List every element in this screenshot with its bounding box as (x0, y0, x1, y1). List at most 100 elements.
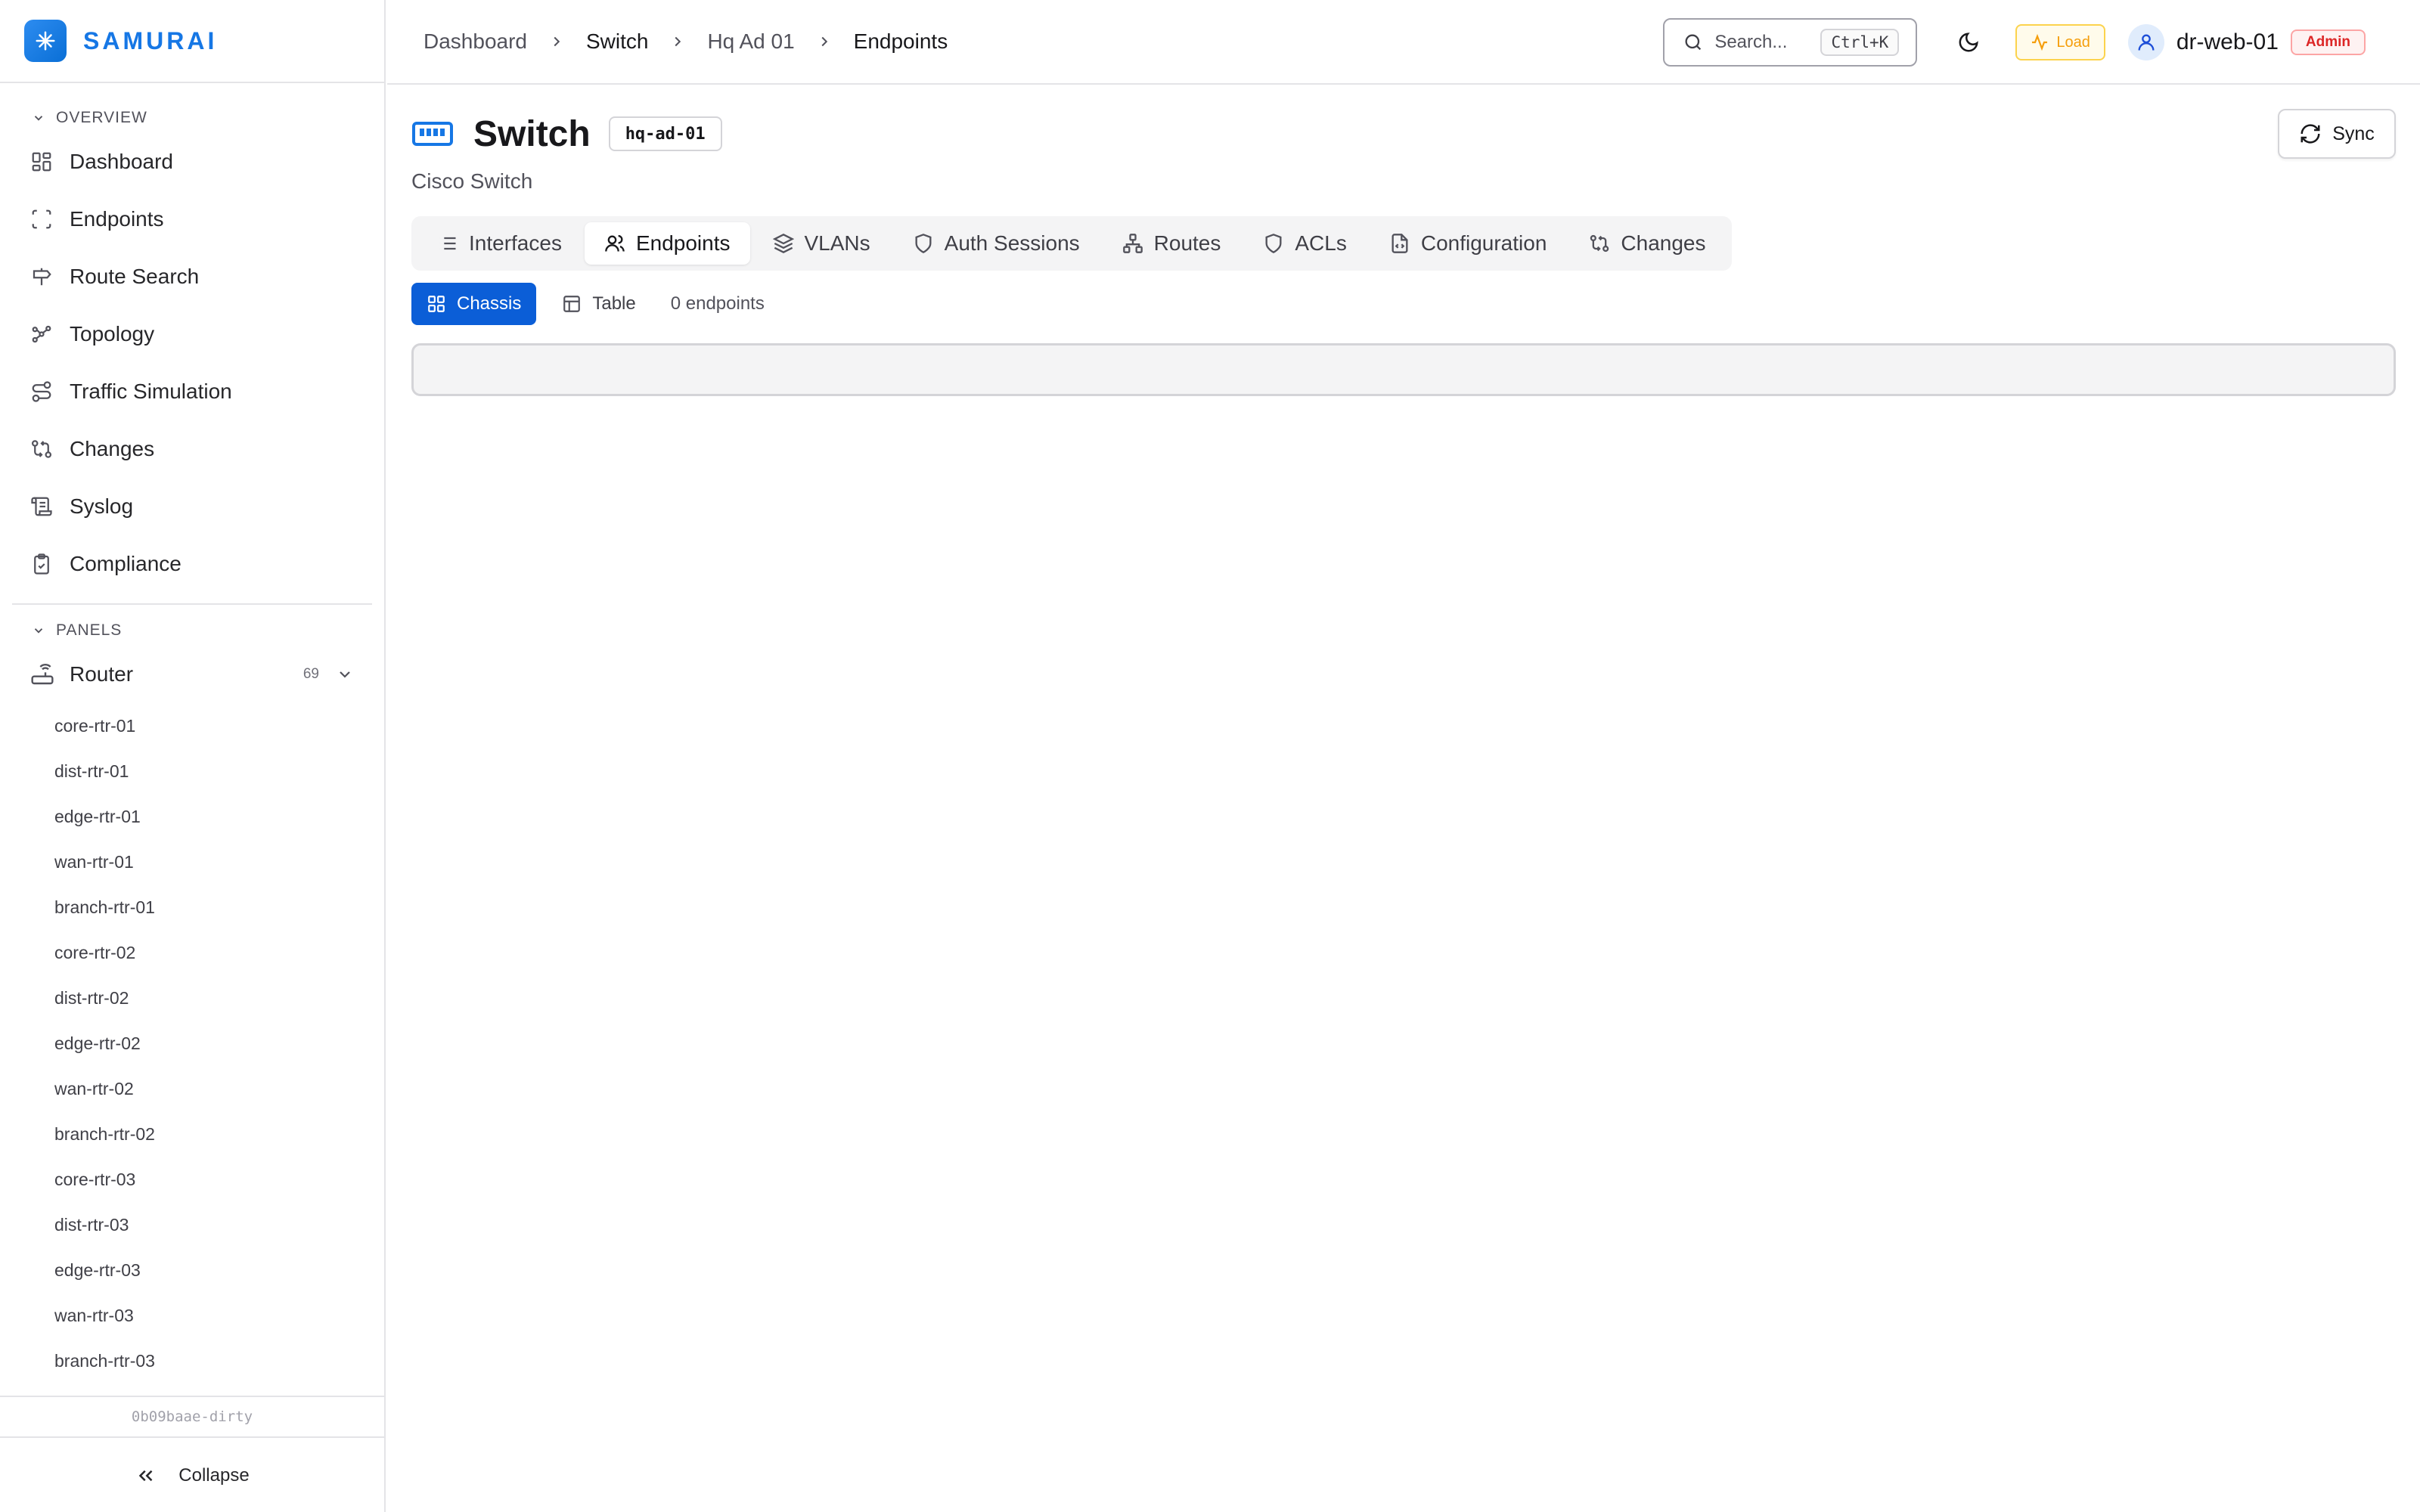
sidebar-router-item[interactable]: edge-rtr-03 (0, 1247, 384, 1293)
view-chassis-label: Chassis (457, 293, 522, 314)
sidebar-item-compliance[interactable]: Compliance (0, 535, 384, 593)
search-input[interactable]: Search... Ctrl+K (1663, 18, 1918, 67)
sidebar-router-item[interactable]: wan-rtr-02 (0, 1066, 384, 1111)
network-icon (1122, 234, 1143, 253)
role-badge: Admin (2290, 29, 2366, 55)
sidebar-router-item[interactable]: dist-rtr-02 (0, 975, 384, 1021)
sidebar-router-item[interactable]: core-rtr-03 (0, 1157, 384, 1202)
route-icon (32, 381, 51, 402)
sidebar-router-item[interactable]: branch-rtr-02 (0, 1111, 384, 1157)
view-table-button[interactable]: Table (547, 283, 650, 325)
sidebar-router-item[interactable]: branch-rtr-01 (0, 885, 384, 930)
scan-icon (32, 209, 51, 229)
tab-label: VLANs (804, 231, 870, 255)
user-menu[interactable]: dr-web-01 Admin (2127, 24, 2366, 60)
clipboard-check-icon (34, 553, 49, 575)
sidebar-item-label: Compliance (70, 552, 182, 575)
theme-toggle-button[interactable] (1946, 20, 1991, 65)
brand-name: SAMURAI (83, 26, 218, 54)
sidebar-item-label: Route Search (70, 265, 200, 288)
activity-icon (2032, 33, 2048, 51)
panel-group-label: Router (70, 662, 134, 686)
sidebar-item-traffic-simulation[interactable]: Traffic Simulation (0, 363, 384, 420)
sidebar-router-item[interactable]: edge-rtr-01 (0, 794, 384, 839)
section-overview-label: OVERVIEW (56, 109, 147, 126)
tab-auth-sessions[interactable]: Auth Sessions (893, 222, 1100, 265)
sidebar-router-item[interactable]: wan-rtr-01 (0, 839, 384, 885)
sidebar-item-dashboard[interactable]: Dashboard (0, 133, 384, 191)
tab-label: Endpoints (635, 231, 731, 255)
load-badge[interactable]: Load (2015, 24, 2105, 60)
chevron-right-icon (816, 33, 833, 50)
sidebar-item-topology[interactable]: Topology (0, 305, 384, 363)
signpost-icon (33, 268, 51, 286)
breadcrumb-dashboard[interactable]: Dashboard (424, 29, 527, 54)
search-placeholder: Search... (1714, 32, 1788, 52)
page-header: Switch hq-ad-01 (411, 110, 2396, 157)
brand[interactable]: SAMURAI (0, 0, 384, 83)
tab-label: Routes (1153, 231, 1221, 255)
view-table-label: Table (592, 293, 636, 314)
sidebar-router-item[interactable]: wan-rtr-03 (0, 1293, 384, 1338)
sidebar-item-changes[interactable]: Changes (0, 420, 384, 478)
tab-changes[interactable]: Changes (1569, 222, 1725, 265)
sidebar-router-item[interactable]: dist-rtr-03 (0, 1202, 384, 1247)
sync-button[interactable]: Sync (2278, 109, 2396, 159)
sidebar-item-route-search[interactable]: Route Search (0, 248, 384, 305)
user-icon (2138, 34, 2155, 51)
tab-label: ACLs (1295, 231, 1347, 255)
chevron-down-icon (34, 116, 43, 121)
tab-label: Changes (1621, 231, 1706, 255)
view-toggle: Chassis Table 0 endpoints (411, 283, 2396, 325)
main-content: Switch hq-ad-01 Sync Cisco Switch Interf… (411, 85, 2396, 396)
collapse-sidebar-button[interactable]: Collapse (0, 1439, 384, 1512)
view-chassis-button[interactable]: Chassis (411, 283, 537, 325)
tab-endpoints[interactable]: Endpoints (584, 222, 750, 265)
search-shortcut: Ctrl+K (1820, 29, 1900, 56)
endpoint-count: 0 endpoints (670, 293, 765, 314)
sidebar-router-item[interactable]: dist-rtr-01 (0, 748, 384, 794)
tab-configuration[interactable]: Configuration (1370, 222, 1567, 265)
sidebar-router-item[interactable]: branch-rtr-03 (0, 1338, 384, 1383)
chevron-right-icon (669, 33, 686, 50)
search-icon (1685, 34, 1702, 51)
tab-interfaces[interactable]: Interfaces (417, 222, 582, 265)
router-list: core-rtr-01 dist-rtr-01 edge-rtr-01 wan-… (0, 703, 384, 1383)
username: dr-web-01 (2176, 29, 2279, 54)
tab-routes[interactable]: Routes (1103, 222, 1241, 265)
panel-group-router[interactable]: Router 69 (0, 646, 384, 703)
sidebar-item-label: Topology (70, 322, 155, 345)
page-title: Switch (473, 113, 591, 154)
sidebar-item-label: Dashboard (70, 150, 173, 173)
refresh-icon (2301, 124, 2320, 144)
list-icon (439, 237, 456, 250)
topology-icon (32, 325, 51, 343)
device-id-badge: hq-ad-01 (608, 116, 722, 151)
tab-vlans[interactable]: VLANs (753, 222, 890, 265)
breadcrumb-switch[interactable]: Switch (586, 29, 648, 54)
sidebar-router-item[interactable]: core-rtr-02 (0, 930, 384, 975)
shield-icon (915, 234, 932, 253)
grid-icon (32, 152, 51, 172)
sidebar-router-item[interactable]: edge-rtr-02 (0, 1021, 384, 1066)
chevron-down-icon[interactable] (336, 665, 354, 683)
sidebar-item-syslog[interactable]: Syslog (0, 478, 384, 535)
layers-icon (772, 234, 794, 253)
tab-acls[interactable]: ACLs (1243, 222, 1366, 265)
sidebar-router-item[interactable]: core-rtr-01 (0, 703, 384, 748)
tab-label: Auth Sessions (944, 231, 1080, 255)
chevron-right-icon (548, 33, 565, 50)
section-overview[interactable]: OVERVIEW (0, 103, 384, 133)
chevron-down-icon (34, 628, 43, 634)
section-panels[interactable]: PANELS (0, 615, 384, 646)
device-tabs: Interfaces Endpoints VLANs Auth Sessions… (411, 216, 1732, 271)
sidebar-item-endpoints[interactable]: Endpoints (0, 191, 384, 248)
tab-label: Interfaces (469, 231, 562, 255)
sidebar: SAMURAI OVERVIEW Dashboard Endpoints Rou… (0, 0, 386, 1512)
chevrons-left-icon (139, 1470, 153, 1482)
sidebar-nav: Dashboard Endpoints Route Search Topolog… (0, 133, 384, 593)
breadcrumb-device[interactable]: Hq Ad 01 (707, 29, 794, 54)
collapse-label: Collapse (178, 1465, 250, 1486)
router-icon (31, 664, 54, 685)
avatar (2127, 24, 2164, 60)
